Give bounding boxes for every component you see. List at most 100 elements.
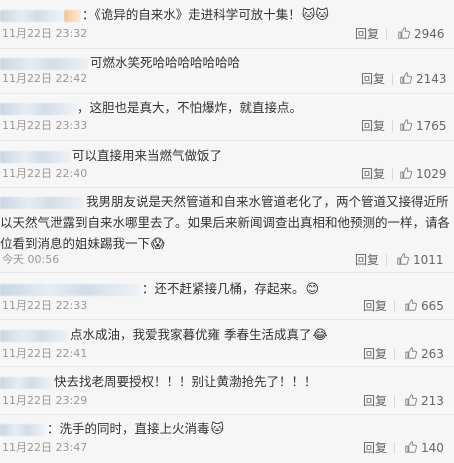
divider — [386, 28, 387, 40]
comment-meta: 11月22日 22:33 回复 665 — [0, 296, 454, 316]
comment-meta: 11月22日 23:29 回复 213 — [0, 391, 454, 411]
comment-time: 今天 00:56 — [2, 253, 60, 266]
reply-button[interactable]: 回复 — [355, 250, 379, 270]
comment-time: 11月22日 23:33 — [2, 119, 88, 132]
like-count: 2143 — [416, 72, 447, 86]
thumbs-up-icon — [400, 167, 413, 179]
comment-text-row: 点水成油，我爱我家暮优雍 季春生活成真了😂 — [0, 324, 448, 346]
blurred-username — [0, 376, 52, 389]
blurred-username — [0, 423, 45, 436]
comment-divider — [0, 414, 454, 415]
like-button[interactable]: 665 — [404, 296, 444, 316]
comment-text: 快去找老周要授权！！！别让黄渤抢先了！！！ — [54, 374, 317, 389]
divider — [386, 254, 387, 266]
reply-button[interactable]: 回复 — [361, 116, 385, 136]
divider — [394, 442, 395, 454]
comment-meta: 11月22日 22:40 回复 1029 — [0, 164, 454, 184]
comment-text: 点水成油，我爱我家暮优雍 季春生活成真了 — [70, 327, 312, 342]
comment-text: ：还不赶紧接几桶，存起来。 — [142, 281, 305, 296]
like-button[interactable]: 1765 — [399, 116, 447, 136]
divider — [394, 395, 395, 407]
like-button[interactable]: 2143 — [399, 69, 447, 89]
blurred-username — [0, 9, 62, 22]
like-count: 1765 — [416, 119, 447, 133]
like-count: 263 — [421, 347, 444, 361]
like-button[interactable]: 2946 — [397, 24, 445, 44]
blurred-username — [0, 283, 140, 296]
comment-divider — [0, 140, 454, 141]
like-button[interactable]: 213 — [404, 391, 444, 411]
like-count: 1029 — [416, 167, 447, 181]
cat-emoji-icon: 🐱 — [210, 422, 225, 437]
thumbs-up-icon — [397, 253, 410, 265]
comment-text-row: 快去找老周要授权！！！别让黄渤抢先了！！！ — [0, 371, 448, 392]
comment-list: ：《诡异的自来水》走进科学可放十集！🐱🐱 11月22日 23:32 回复 294… — [0, 0, 454, 463]
like-button[interactable]: 263 — [404, 344, 444, 364]
blurred-username — [0, 102, 75, 115]
comment-text-row: ：洗手的同时，直接上火消毒🐱 — [0, 418, 448, 440]
laugh-emoji-icon: 😂 — [312, 328, 328, 343]
like-button[interactable]: 1029 — [399, 164, 447, 184]
comment-divider — [0, 187, 454, 188]
comment-text: ：《诡异的自来水》走进科学可放十集！ — [82, 7, 301, 22]
thumbs-up-icon — [405, 299, 418, 311]
reply-button[interactable]: 回复 — [363, 438, 387, 458]
divider — [394, 348, 395, 360]
comment-meta: 11月22日 22:42 回复 2143 — [0, 69, 454, 89]
comment-text: ：洗手的同时，直接上火消毒 — [47, 421, 210, 436]
like-count: 140 — [421, 441, 444, 455]
blurred-user-badge — [64, 9, 80, 22]
cat-emoji-icon: 🐱🐱 — [301, 8, 329, 23]
thumbs-up-icon — [398, 27, 411, 39]
reply-button[interactable]: 回复 — [363, 344, 387, 364]
thumbs-up-icon — [405, 441, 418, 453]
comment-time: 11月22日 23:47 — [2, 441, 88, 454]
like-count: 665 — [421, 299, 444, 313]
comment-meta: 11月22日 23:47 回复 140 — [0, 438, 454, 458]
comment-text: ，这胆也是真大，不怕爆炸，就直接点。 — [77, 100, 303, 115]
like-button[interactable]: 140 — [404, 438, 444, 458]
reply-button[interactable]: 回复 — [363, 296, 387, 316]
comment-time: 11月22日 22:40 — [2, 167, 88, 180]
comment-time: 11月22日 22:33 — [2, 299, 88, 312]
comment-meta: 今天 00:56 回复 1011 — [0, 250, 454, 270]
comment-meta: 11月22日 23:33 回复 1765 — [0, 116, 454, 136]
reply-button[interactable]: 回复 — [363, 391, 387, 411]
comment-text-row: ，这胆也是真大，不怕爆炸，就直接点。 — [0, 97, 448, 118]
comment-text: 可燃水笑死哈哈哈哈哈哈哈 — [90, 55, 241, 70]
comment-meta: 11月22日 23:32 回复 2946 — [0, 24, 454, 44]
comment-divider — [0, 319, 454, 320]
thumbs-up-icon — [400, 119, 413, 131]
comment-divider — [0, 272, 454, 273]
comment-text: 可以直接用来当燃气做饭了 — [72, 148, 223, 163]
divider — [392, 73, 393, 85]
thumbs-up-icon — [405, 347, 418, 359]
divider — [392, 120, 393, 132]
comment-text-row: ：《诡异的自来水》走进科学可放十集！🐱🐱 — [0, 4, 448, 26]
comment-time: 11月22日 23:32 — [2, 27, 88, 40]
divider — [394, 300, 395, 312]
comment-text-row: 我男朋友说是天然管道和自来水管道老化了，两个管道又接得近所以天然气泄露到自来水哪… — [0, 191, 450, 255]
comment-text-row: 可以直接用来当燃气做饭了 — [0, 145, 448, 166]
comment-time: 11月22日 22:41 — [2, 347, 88, 360]
comment-time: 11月22日 22:42 — [2, 72, 88, 85]
blurred-username — [0, 150, 70, 163]
like-count: 213 — [421, 394, 444, 408]
reply-button[interactable]: 回复 — [355, 24, 379, 44]
blurred-username — [0, 329, 68, 342]
like-button[interactable]: 1011 — [396, 250, 444, 270]
comment-divider — [0, 366, 454, 367]
like-count: 2946 — [414, 27, 445, 41]
thumbs-up-icon — [405, 394, 418, 406]
blurred-username — [0, 57, 88, 70]
divider — [392, 168, 393, 180]
comment-time: 11月22日 23:29 — [2, 394, 88, 407]
comment-divider — [0, 93, 454, 94]
blurred-username — [0, 196, 84, 209]
comment-meta: 11月22日 22:41 回复 263 — [0, 344, 454, 364]
reply-button[interactable]: 回复 — [361, 69, 385, 89]
reply-button[interactable]: 回复 — [361, 164, 385, 184]
thumbs-up-icon — [400, 72, 413, 84]
like-count: 1011 — [413, 253, 444, 267]
comment-divider — [0, 48, 454, 49]
